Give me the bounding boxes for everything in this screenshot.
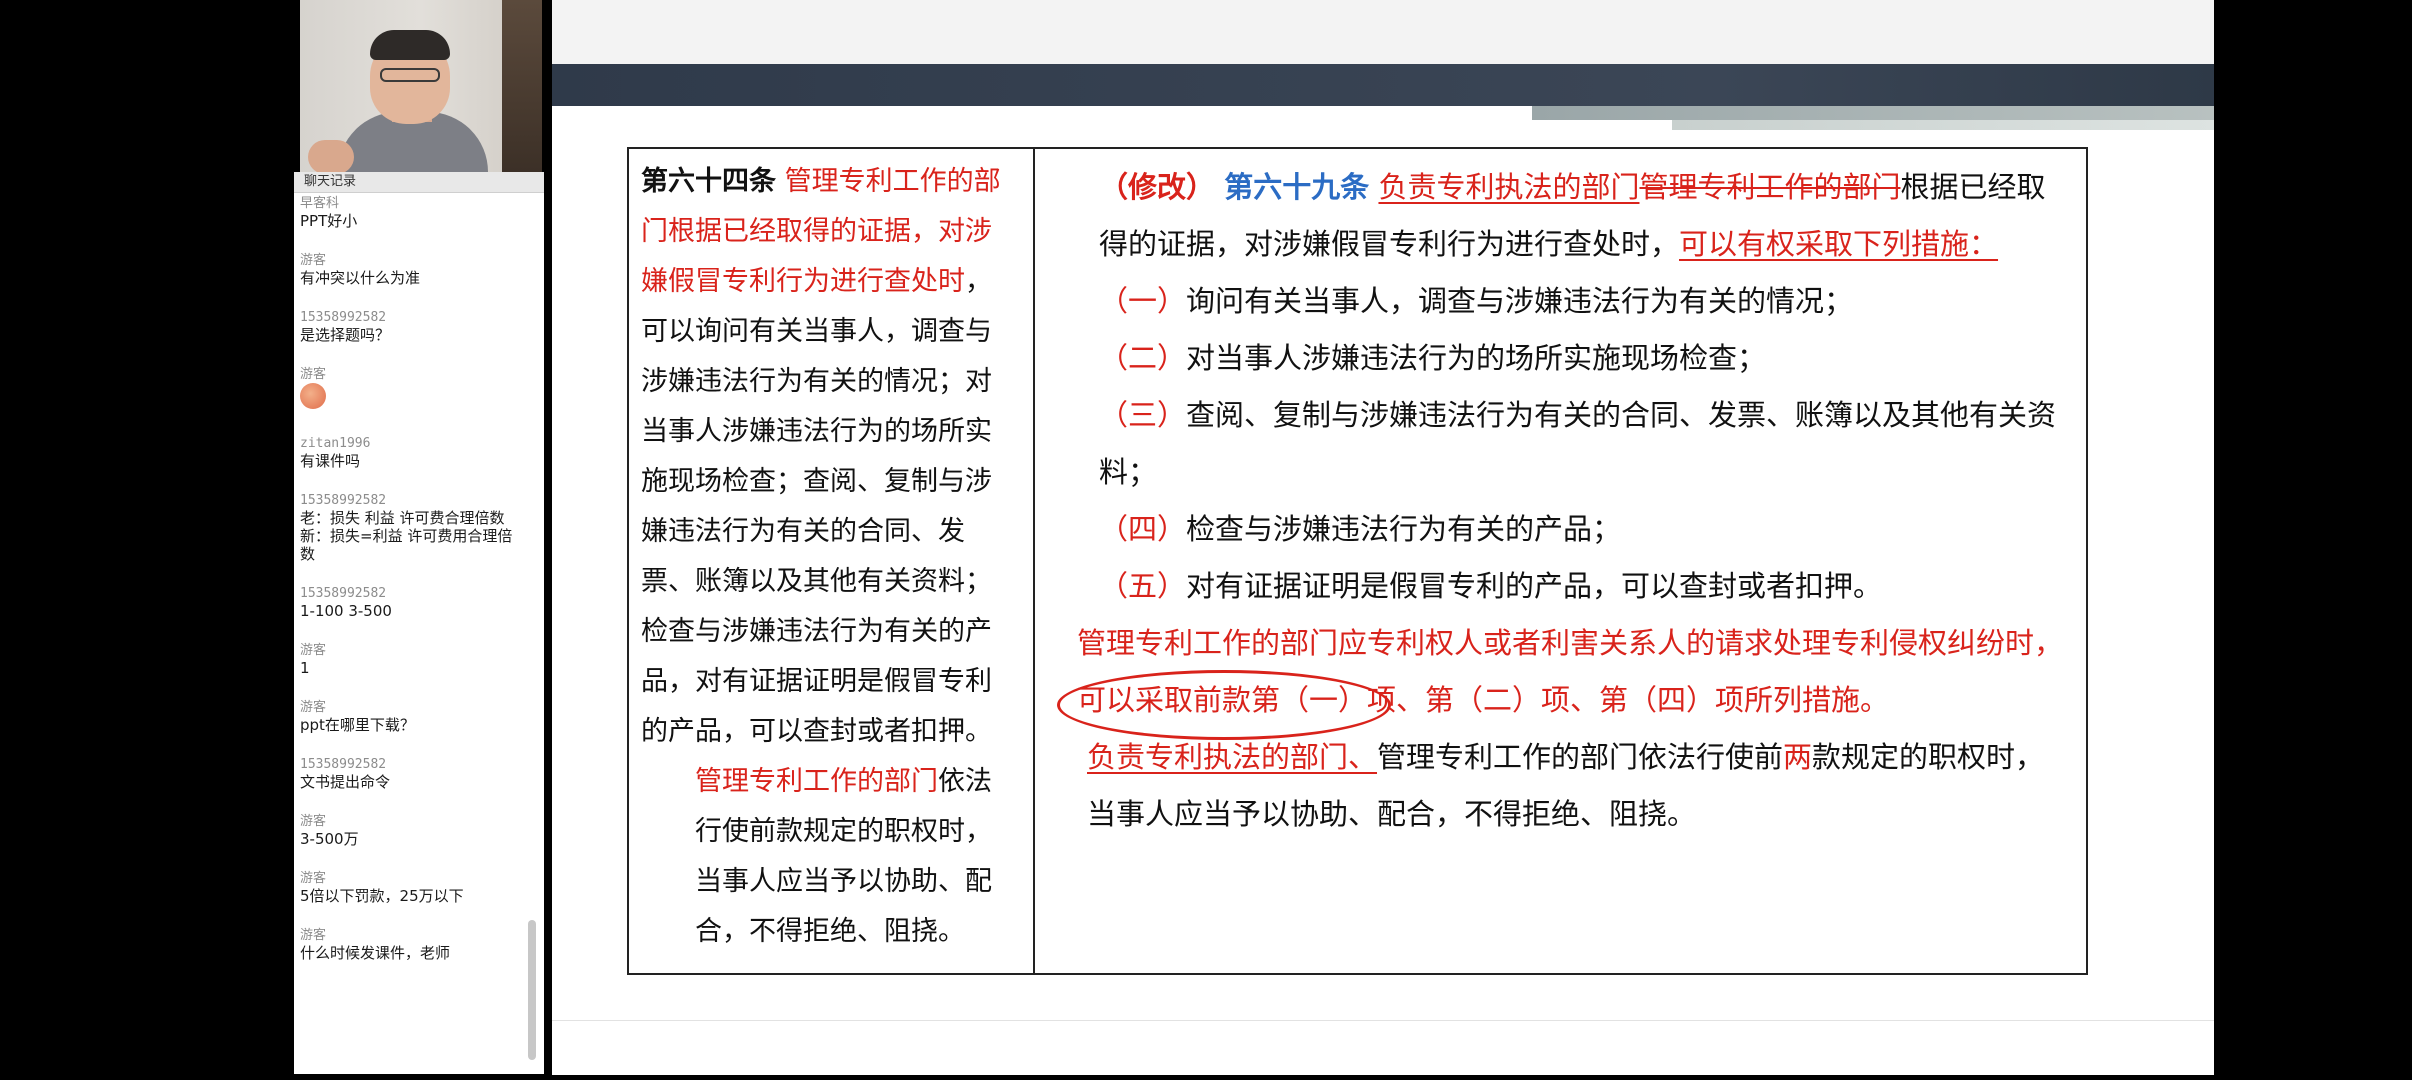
chat-sender: 15358992582 — [300, 757, 387, 772]
chat-sender: 早客科 — [300, 196, 340, 211]
chat-message: 游客 — [300, 367, 526, 413]
slide-accent-bar — [1532, 106, 2214, 120]
chat-text: 3-500万 — [300, 830, 359, 848]
presenter-hand — [308, 140, 354, 172]
measure-text: 查阅、复制与涉嫌违法行为有关的合同、发票、账簿以及其他有关资料； — [1099, 398, 2057, 489]
chat-message: 15358992582 文书提出命令 — [300, 757, 526, 791]
emoji-icon — [300, 383, 326, 409]
chat-text: 是选择题吗？ — [300, 326, 391, 344]
old-article-para2-red: 管理专利工作的部门 — [695, 766, 938, 797]
measure-number: （四） — [1099, 512, 1187, 546]
chat-sender: 游客 — [300, 871, 327, 886]
chat-sender: 游客 — [300, 253, 327, 268]
new-article-para2: 管理专利工作的部门应专利权人或者利害关系人的请求处理专利侵权纠纷时，可以采取前款… — [1077, 626, 2064, 717]
slide-bottom-line — [552, 1020, 2214, 1021]
new-article-para1: （修改） 第六十九条 负责专利执法的部门管理专利工作的部门根据已经取得的证据，对… — [1049, 159, 2072, 273]
chat-message: 游客 有冲突以什么为准 — [300, 253, 526, 287]
measure-item: （五）对有证据证明是假冒专利的产品，可以查封或者扣押。 — [1049, 558, 2072, 615]
chat-text: 老：损失 利益 许可费合理倍数 新：损失=利益 许可费用合理倍数 — [300, 509, 513, 563]
screen: 聊天记录 早客科 PPT好小 游客 有冲突以什么为准 15358992582 是… — [0, 0, 2412, 1080]
slide-top-band — [552, 0, 2214, 64]
measure-text: 对当事人涉嫌违法行为的场所实施现场检查； — [1186, 341, 1767, 375]
law-comparison-table: 第六十四条 管理专利工作的部门根据已经取得的证据，对涉嫌假冒专利行为进行查处时，… — [627, 147, 2088, 975]
chat-header: 聊天记录 — [294, 172, 544, 193]
chat-text: ppt在哪里下载？ — [300, 716, 415, 734]
table-divider — [1033, 149, 1035, 973]
chat-message: 15358992582 1-100 3-500 — [300, 586, 526, 620]
chat-text: 文书提出命令 — [300, 773, 391, 791]
chat-sender: 15358992582 — [300, 586, 387, 601]
measure-text: 检查与涉嫌违法行为有关的产品； — [1186, 512, 1622, 546]
old-dept-name-struck: 管理专利工作的部门 — [1639, 170, 1901, 204]
chat-sender: 游客 — [300, 367, 327, 382]
old-article-body: ，可以询问有关当事人，调查与涉嫌违法行为有关的情况；对当事人涉嫌违法行为的场所实… — [641, 266, 992, 747]
new-article-number: 第六十九条 — [1224, 170, 1370, 204]
new-article-para3-body-a: 管理专利工作的部门依法行使前 — [1377, 740, 1784, 774]
chat-message: 游客 1 — [300, 643, 526, 677]
measure-text: 对有证据证明是假冒专利的产品，可以查封或者扣押。 — [1186, 569, 1883, 603]
chat-text: 有冲突以什么为准 — [300, 269, 421, 287]
slide-accent-bar-light — [1672, 120, 2214, 130]
chat-text: 5倍以下罚款，25万以下 — [300, 887, 464, 905]
chat-text: 1-100 3-500 — [300, 602, 392, 620]
video-shelf — [502, 0, 542, 172]
new-article-para3-red: 负责专利执法的部门、 — [1087, 740, 1378, 774]
chat-message: zitan1996 有课件吗 — [300, 436, 526, 470]
chat-message: 15358992582 老：损失 利益 许可费合理倍数 新：损失=利益 许可费用… — [300, 493, 526, 563]
chat-sender: 游客 — [300, 814, 327, 829]
presenter-glasses — [380, 68, 440, 82]
new-dept-name: 负责专利执法的部门 — [1378, 170, 1640, 204]
modify-tag: （修改） — [1099, 170, 1216, 204]
chat-message: 早客科 PPT好小 — [300, 196, 526, 230]
new-article-para3: 负责专利执法的部门、管理专利工作的部门依法行使前两款规定的职权时，当事人应当予以… — [1049, 729, 2072, 843]
chat-message: 游客 3-500万 — [300, 814, 526, 848]
measure-number: （二） — [1099, 341, 1187, 375]
chat-panel[interactable]: 聊天记录 早客科 PPT好小 游客 有冲突以什么为准 15358992582 是… — [294, 172, 544, 1074]
chat-scrollbar[interactable] — [528, 920, 536, 1060]
measure-item: （一）询问有关当事人，调查与涉嫌违法行为有关的情况； — [1049, 273, 2072, 330]
chat-text: 1 — [300, 659, 310, 677]
measure-number: （五） — [1099, 569, 1187, 603]
old-article-column: 第六十四条 管理专利工作的部门根据已经取得的证据，对涉嫌假冒专利行为进行查处时，… — [633, 149, 1027, 973]
chat-text: 有课件吗 — [300, 452, 361, 470]
chat-sender: 游客 — [300, 700, 327, 715]
chat-text: 什么时候发课件，老师 — [300, 944, 451, 962]
new-article-para1-red: 可以有权采取下列措施： — [1679, 227, 1999, 261]
chat-sender: 15358992582 — [300, 310, 387, 325]
old-article-para2: 管理专利工作的部门依法行使前款规定的职权时，当事人应当予以协助、配合，不得拒绝、… — [641, 757, 1017, 957]
chat-message: 15358992582 是选择题吗？ — [300, 310, 526, 344]
chat-sender: 游客 — [300, 643, 327, 658]
chat-message: 游客 ppt在哪里下载？ — [300, 700, 526, 734]
presenter-video — [300, 0, 542, 172]
old-article-number: 第六十四条 — [641, 166, 776, 197]
measure-text: 询问有关当事人，调查与涉嫌违法行为有关的情况； — [1186, 284, 1854, 318]
new-article-para3-red2: 两 — [1783, 740, 1813, 774]
chat-message: 游客 5倍以下罚款，25万以下 — [300, 871, 526, 905]
measure-item: （三）查阅、复制与涉嫌违法行为有关的合同、发票、账簿以及其他有关资料； — [1049, 387, 2072, 501]
measure-item: （二）对当事人涉嫌违法行为的场所实施现场检查； — [1049, 330, 2072, 387]
measure-number: （一） — [1099, 284, 1187, 318]
new-article-column: （修改） 第六十九条 负责专利执法的部门管理专利工作的部门根据已经取得的证据，对… — [1041, 149, 2086, 973]
slide-header-bar — [552, 64, 2214, 106]
chat-list: 早客科 PPT好小 游客 有冲突以什么为准 15358992582 是选择题吗？… — [300, 196, 526, 985]
presenter-hair — [370, 30, 450, 60]
measure-item: （四）检查与涉嫌违法行为有关的产品； — [1049, 501, 2072, 558]
measure-number: （三） — [1099, 398, 1187, 432]
chat-sender: zitan1996 — [300, 436, 371, 451]
chat-message: 游客 什么时候发课件，老师 — [300, 928, 526, 962]
chat-emoji — [300, 383, 526, 413]
chat-sender: 游客 — [300, 928, 327, 943]
chat-text: PPT好小 — [300, 212, 358, 230]
chat-sender: 15358992582 — [300, 493, 387, 508]
